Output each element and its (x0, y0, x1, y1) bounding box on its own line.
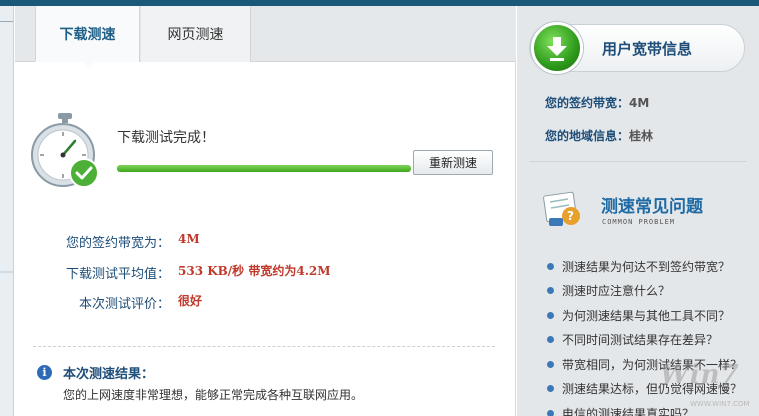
stopwatch-icon (31, 113, 99, 188)
tab-download-speed[interactable]: 下载测速 (35, 6, 140, 68)
test-status-text: 下载测试完成！ (117, 130, 215, 146)
watermark-logo: Win7 (660, 360, 740, 390)
watermark-url: WWW.WIN7.COM (690, 400, 750, 408)
bullet-icon (547, 311, 554, 319)
download-arrow-icon (531, 22, 583, 74)
tab-bar: 下载测速 网页测速 (15, 6, 516, 68)
user-region-line: 您的地域信息：桂林 (545, 127, 653, 144)
faq-item-label: 电信的测速结果真实吗？ (562, 406, 695, 416)
faq-item-label: 测速结果为何达不到签约带宽？ (562, 259, 731, 274)
bullet-icon (547, 385, 554, 393)
faq-item[interactable]: 测速时应注意什么？ (547, 279, 742, 304)
download-arrow-glyph (547, 37, 567, 61)
user-bandwidth-value: 4M (629, 96, 650, 110)
faq-list: 测速结果为何达不到签约带宽？ 测速时应注意什么？ 为何测速结果与其他工具不同？ … (547, 254, 742, 416)
signed-bandwidth-value: 4M (178, 232, 200, 246)
faq-item-label: 不同时间测试结果存在差异？ (562, 333, 719, 348)
bullet-icon (547, 287, 554, 295)
faq-title: 测速常见问题 (601, 197, 703, 217)
faq-subtitle: COMMON PROBLEM (602, 218, 676, 226)
faq-item-label: 测速时应注意什么？ (562, 284, 671, 299)
faq-item[interactable]: 不同时间测试结果存在差异？ (547, 328, 742, 353)
evaluation-text: 您的上网速度非常理想，能够正常完成各种互联网应用。 (63, 388, 364, 402)
edge-mark (0, 271, 13, 273)
svg-text:?: ? (567, 209, 574, 223)
sidebar-divider (529, 161, 747, 162)
download-average-value: 533 KB/秒 带宽约为4.2M (178, 264, 331, 278)
download-progress-bar (117, 165, 411, 172)
download-average-label: 下载测试平均值： (65, 267, 170, 282)
info-icon: i (37, 365, 52, 380)
test-rating-label: 本次测试评价： (78, 297, 170, 312)
bullet-icon (547, 409, 554, 416)
bullet-icon (547, 262, 554, 270)
bullet-icon (547, 336, 554, 344)
signed-bandwidth-label: 您的签约带宽为： (65, 236, 170, 251)
sidebar: 用户宽带信息 您的签约带宽：4M 您的地域信息：桂林 ? 测速常见问题 COMM… (517, 6, 759, 416)
user-region-value: 桂林 (629, 129, 654, 143)
user-bandwidth-line: 您的签约带宽：4M (545, 94, 649, 111)
edge-mark (0, 12, 13, 22)
retest-button[interactable]: 重新测速 (413, 150, 493, 175)
bandwidth-info-title: 用户宽带信息 (602, 40, 693, 58)
user-region-label: 您的地域信息： (545, 129, 630, 143)
bullet-icon (547, 360, 554, 368)
progress-fill (117, 165, 411, 172)
left-window-edge (0, 6, 14, 416)
faq-item-label: 为何测速结果与其他工具不同？ (562, 308, 731, 323)
speed-test-panel: 下载测速 网页测速 下载测试完成！ 重新测速 您的签约带宽为： 4M 下载测试平… (15, 6, 516, 416)
section-divider (33, 346, 495, 347)
tab-webpage-speed[interactable]: 网页测速 (141, 6, 251, 62)
faq-icon: ? (543, 191, 580, 226)
evaluation-title: 本次测速结果： (63, 367, 155, 382)
test-rating-value: 很好 (178, 294, 203, 308)
faq-item[interactable]: 测速结果为何达不到签约带宽？ (547, 254, 742, 279)
user-bandwidth-label: 您的签约带宽： (545, 96, 630, 110)
faq-item[interactable]: 为何测速结果与其他工具不同？ (547, 303, 742, 328)
